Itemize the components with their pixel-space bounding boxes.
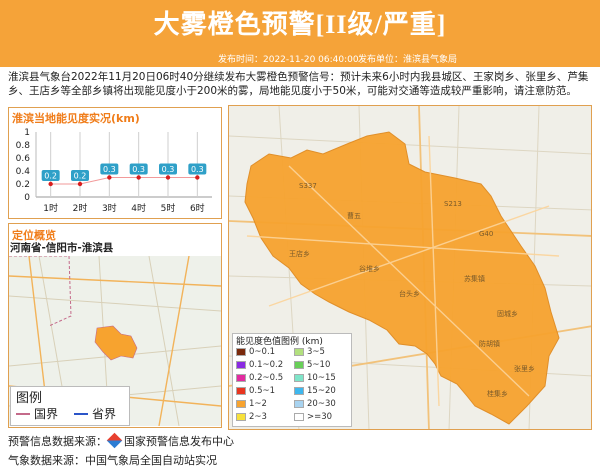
y-tick-label: 0.8 (16, 141, 31, 151)
legend-swatch (294, 400, 304, 408)
legend-swatch (236, 413, 246, 421)
data-label: 0.3 (162, 165, 175, 174)
map-label: 台头乡 (399, 289, 420, 298)
publish-time: 发布时间：2022-11-20 06:40:00 (218, 55, 359, 65)
x-tick-label: 6时 (190, 202, 205, 214)
province-border-label: 省界 (92, 407, 117, 421)
data-point (107, 175, 112, 180)
x-tick-label: 4时 (131, 202, 146, 214)
map-label: 苏集镇 (464, 274, 485, 283)
map-label: 曹五 (347, 211, 361, 220)
legend-label: 0.5~1 (249, 386, 276, 396)
legend-label: 5~10 (307, 360, 331, 370)
data-label: 0.3 (132, 165, 145, 174)
map-label: 防胡镇 (479, 339, 500, 348)
legend-label: 15~20 (307, 386, 336, 396)
legend-label: 3~5 (307, 347, 325, 357)
visibility-legend-item: 0.1~0.2 (236, 360, 283, 370)
legend-label: 1~2 (249, 399, 267, 409)
map-label: S337 (299, 182, 317, 190)
visibility-legend-item: >=30 (294, 412, 332, 422)
warning-source: 预警信息数据来源： 国家预警信息发布中心 (8, 432, 234, 449)
map-label: 张里乡 (514, 364, 535, 373)
y-tick-label: 0.2 (16, 180, 30, 190)
y-tick-label: 0 (24, 193, 30, 203)
legend-label: 0.2~0.5 (249, 373, 284, 383)
visibility-chart: 1 0.8 0.6 0.4 0.2 0 1时 2时 3时 4时 5时 6时 0.2 0.2 0.3 0.3 0.… (16, 128, 212, 214)
visibility-legend-item: 10~15 (294, 373, 336, 383)
warning-source-label: 预警信息数据来源： (8, 435, 107, 448)
x-tick-label: 5时 (161, 202, 176, 214)
national-border-swatch (16, 413, 30, 415)
map-label: 谷堆乡 (359, 264, 380, 273)
visibility-legend-item: 15~20 (294, 386, 336, 396)
y-tick-label: 0.6 (16, 154, 31, 164)
visibility-legend-item: 0.5~1 (236, 386, 275, 396)
x-tick-label: 2时 (73, 202, 88, 214)
warning-description: 淮滨县气象台2022年11月20日06时40分继续发布大雾橙色预警信号：预计未来… (8, 71, 589, 97)
legend-label: 0.1~0.2 (249, 360, 284, 370)
legend-swatch (294, 387, 304, 395)
visibility-legend-item: 2~3 (236, 412, 267, 422)
legend-label: 2~3 (249, 412, 267, 422)
visibility-legend-title: 能见度色值图例 (km) (236, 337, 323, 347)
national-border-label: 国界 (34, 407, 59, 421)
visibility-legend-item: 20~30 (294, 399, 336, 409)
legend-swatch (236, 361, 246, 369)
province-border-swatch (74, 413, 88, 415)
data-point (165, 175, 171, 180)
map-label: 桂集乡 (487, 389, 508, 398)
region-name: 河南省-信阳市-淮滨县 (10, 242, 114, 254)
y-tick-label: 0.4 (16, 167, 31, 177)
publish-unit: 发布单位：淮滨县气象局 (358, 55, 458, 65)
data-label: 0.3 (103, 165, 116, 174)
data-label: 0.2 (44, 172, 57, 181)
data-label: 0.2 (74, 172, 87, 181)
warning-center-logo-icon (106, 432, 123, 449)
map-label: 王店乡 (289, 249, 310, 258)
locator-legend-title: 图例 (16, 391, 43, 406)
legend-swatch (294, 348, 304, 356)
legend-label: 0~0.1 (249, 347, 276, 357)
x-tick-label: 1时 (43, 202, 58, 214)
map-label: G40 (479, 230, 493, 238)
legend-swatch (236, 374, 246, 382)
data-point (48, 181, 53, 187)
legend-swatch (236, 400, 246, 408)
visibility-legend-item: 5~10 (294, 360, 330, 370)
warning-source-name[interactable]: 国家预警信息发布中心 (124, 435, 234, 448)
legend-label: >=30 (307, 412, 333, 422)
data-point (195, 175, 200, 180)
visibility-legend-item: 0.2~0.5 (236, 373, 283, 383)
visibility-legend-item: 0~0.1 (236, 347, 275, 357)
y-tick-label: 1 (24, 128, 30, 138)
data-point (77, 181, 83, 187)
legend-label: 10~15 (307, 373, 336, 383)
legend-swatch (294, 413, 304, 421)
data-label: 0.3 (191, 165, 204, 174)
legend-swatch (236, 387, 246, 395)
x-tick-label: 3时 (102, 202, 117, 214)
warning-title: 大雾橙色预警[II级/严重] (153, 10, 447, 39)
legend-label: 20~30 (307, 399, 336, 409)
visibility-legend-item: 3~5 (294, 347, 325, 357)
visibility-legend-item: 1~2 (236, 399, 267, 409)
weather-source: 气象数据来源：中国气象局全国自动站实况 (8, 454, 217, 467)
legend-swatch (236, 348, 246, 356)
legend-swatch (294, 361, 304, 369)
map-label: S213 (444, 200, 462, 208)
data-point (136, 175, 141, 180)
legend-swatch (294, 374, 304, 382)
map-label: 固城乡 (497, 310, 518, 318)
